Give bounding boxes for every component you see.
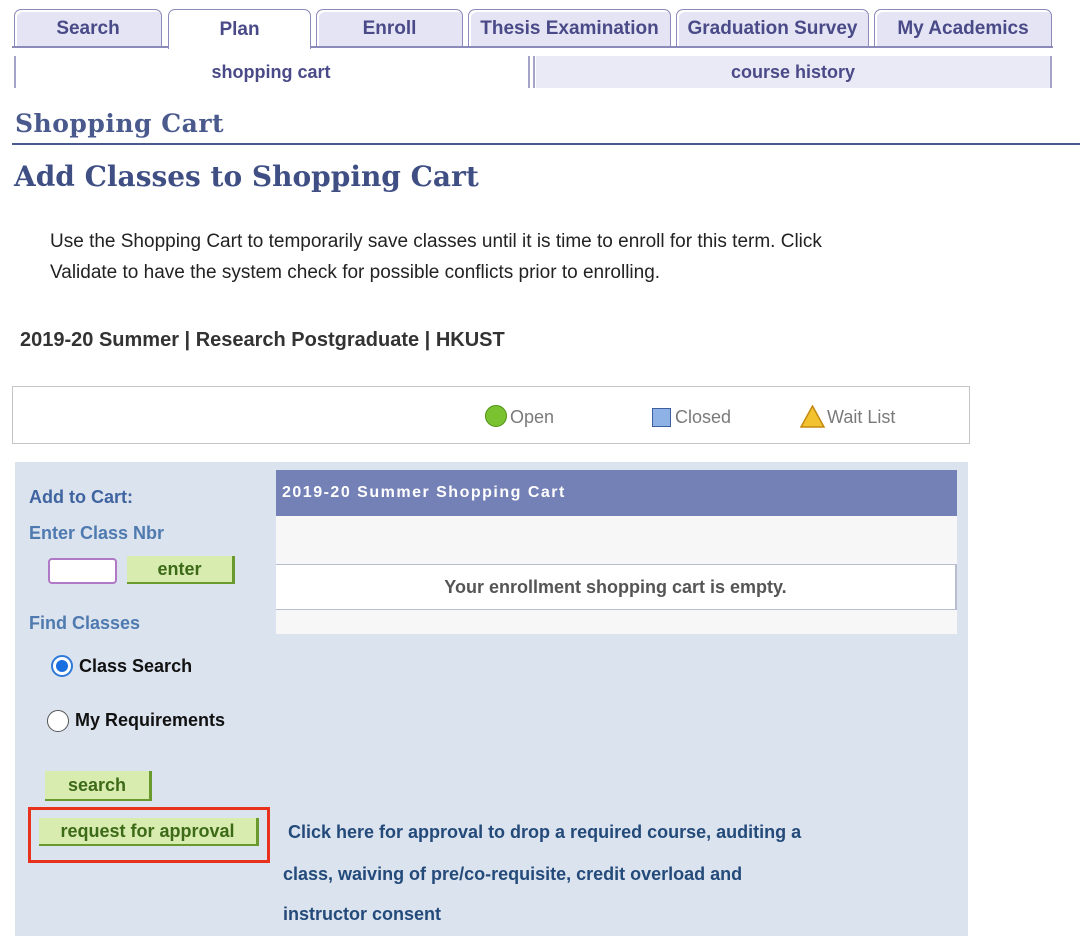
status-legend: Open Closed Wait List [12, 386, 970, 444]
class-search-label: Class Search [79, 656, 193, 676]
cart-footer [276, 610, 957, 634]
enter-class-nbr-label: Enter Class Nbr [29, 523, 165, 543]
instructions: Use the Shopping Cart to temporarily sav… [50, 226, 1070, 288]
request-for-approval-label: request for approval [60, 820, 235, 841]
class-search-radio[interactable] [51, 655, 73, 677]
subtab-course-history[interactable]: course history [536, 56, 1050, 88]
subtab-label: course history [730, 61, 856, 82]
active-tab-gap [169, 45, 310, 48]
tab-label: Enroll [362, 17, 417, 39]
closed-status-icon [652, 408, 671, 427]
tab-label: Thesis Examination [480, 17, 659, 39]
wait-list-icon [800, 405, 825, 428]
enter-button-label: enter [157, 558, 202, 579]
section-title-rule [12, 143, 1080, 145]
request-note-line: Click here for approval to drop a requir… [288, 822, 802, 842]
tab-enroll[interactable]: Enroll [316, 9, 463, 47]
tab-label: Plan [219, 18, 260, 40]
page-heading: Add Classes to Shopping Cart [14, 160, 479, 193]
instructions-line: Use the Shopping Cart to temporarily sav… [50, 231, 822, 252]
tab-label: Graduation Survey [687, 17, 858, 39]
request-note-line: class, waiving of pre/co-requisite, cred… [283, 864, 743, 884]
my-requirements-radio[interactable] [47, 710, 69, 732]
term-info: 2019-20 Summer | Research Postgraduate |… [20, 329, 505, 351]
add-to-cart-title: Add to Cart: [29, 487, 133, 507]
legend-open-label: Open [510, 407, 555, 427]
subtab-shopping-cart[interactable]: shopping cart [16, 56, 526, 88]
legend-wait-list-label: Wait List [827, 407, 896, 427]
subtab-separator [533, 56, 535, 88]
search-button-label: search [67, 774, 127, 795]
cart-header: 2019-20 Summer Shopping Cart [276, 470, 957, 516]
cart-empty-row: Your enrollment shopping cart is empty. [276, 564, 957, 610]
my-requirements-label: My Requirements [75, 710, 226, 730]
legend-closed-label: Closed [675, 407, 732, 427]
tab-my-academics[interactable]: My Academics [874, 9, 1052, 47]
tab-graduation-survey[interactable]: Graduation Survey [676, 9, 869, 47]
cart-title: 2019-20 Summer Shopping Cart [282, 484, 566, 501]
cart-blank-row [276, 516, 957, 564]
tab-thesis-examination[interactable]: Thesis Examination [468, 9, 671, 47]
instructions-line: Validate to have the system check for po… [50, 262, 661, 283]
tab-plan[interactable]: Plan [168, 9, 311, 49]
enter-button[interactable]: enter [127, 556, 235, 584]
subtab-label: shopping cart [211, 61, 331, 82]
subtab-separator [1050, 56, 1052, 88]
tab-label: Search [56, 17, 120, 39]
request-note-line: instructor consent [283, 904, 442, 924]
radio-selected-dot [56, 660, 68, 672]
open-status-icon [485, 405, 507, 427]
subtab-separator [528, 56, 530, 88]
section-title: Shopping Cart [15, 109, 225, 138]
tab-label: My Academics [897, 17, 1029, 39]
class-nbr-input[interactable] [48, 558, 117, 584]
tab-search[interactable]: Search [14, 9, 162, 47]
cart-empty-message: Your enrollment shopping cart is empty. [444, 576, 787, 597]
request-for-approval-button[interactable]: request for approval [39, 818, 259, 846]
search-button[interactable]: search [45, 771, 152, 801]
find-classes-label: Find Classes [29, 613, 141, 633]
